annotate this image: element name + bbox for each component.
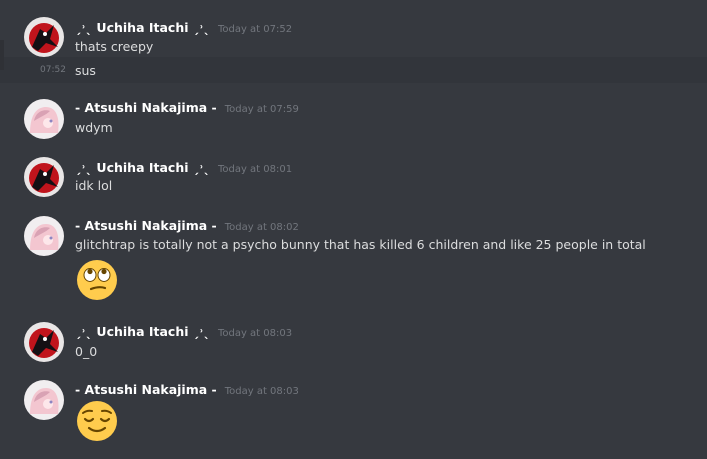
message-header: ˏ˒ˎ Uchiha Itachi ˏ˒ˎ Today at 07:52 bbox=[75, 20, 292, 38]
message-header: - Atsushi Nakajima - Today at 07:59 bbox=[75, 100, 299, 118]
atsushi-avatar-image bbox=[24, 99, 64, 139]
message-header: - Atsushi Nakajima - Today at 08:02 bbox=[75, 218, 299, 236]
message-timestamp[interactable]: Today at 08:03 bbox=[225, 386, 299, 397]
message-text: glitchtrap is totally not a psycho bunny… bbox=[75, 237, 646, 252]
hovered-message-row[interactable] bbox=[0, 57, 707, 83]
message-timestamp[interactable]: Today at 07:52 bbox=[218, 24, 292, 35]
relieved-emoji-icon[interactable] bbox=[75, 399, 119, 443]
message-header: - Atsushi Nakajima - Today at 08:03 bbox=[75, 382, 299, 400]
message-timestamp[interactable]: Today at 07:59 bbox=[225, 104, 299, 115]
scrollbar-track[interactable] bbox=[0, 40, 4, 70]
relieved-face-icon bbox=[77, 401, 117, 441]
itachi-avatar[interactable] bbox=[24, 322, 64, 362]
message-text: thats creepy bbox=[75, 39, 154, 54]
message-timestamp[interactable]: Today at 08:02 bbox=[225, 222, 299, 233]
message-timestamp[interactable]: Today at 08:01 bbox=[218, 164, 292, 175]
itachi-avatar-image bbox=[24, 17, 64, 57]
hover-timestamp[interactable]: 07:52 bbox=[40, 65, 66, 75]
author-name[interactable]: - Atsushi Nakajima - bbox=[75, 382, 217, 397]
message-text: sus bbox=[75, 63, 96, 78]
message-text: 0_0 bbox=[75, 344, 98, 359]
atsushi-avatar-image bbox=[24, 380, 64, 420]
itachi-avatar[interactable] bbox=[24, 17, 64, 57]
author-name[interactable]: - Atsushi Nakajima - bbox=[75, 218, 217, 233]
message-text: idk lol bbox=[75, 178, 113, 193]
message-timestamp[interactable]: Today at 08:03 bbox=[218, 328, 292, 339]
atsushi-avatar[interactable] bbox=[24, 99, 64, 139]
author-name[interactable]: ˏ˒ˎ Uchiha Itachi ˏ˒ˎ bbox=[75, 160, 210, 175]
message-header: ˏ˒ˎ Uchiha Itachi ˏ˒ˎ Today at 08:01 bbox=[75, 160, 292, 178]
face-with-rolling-eyes-icon bbox=[77, 260, 117, 300]
rolling-eyes-emoji-icon[interactable] bbox=[75, 258, 119, 302]
author-name[interactable]: ˏ˒ˎ Uchiha Itachi ˏ˒ˎ bbox=[75, 324, 210, 339]
atsushi-avatar-image bbox=[24, 216, 64, 256]
author-name[interactable]: ˏ˒ˎ Uchiha Itachi ˏ˒ˎ bbox=[75, 20, 210, 35]
atsushi-avatar[interactable] bbox=[24, 216, 64, 256]
atsushi-avatar[interactable] bbox=[24, 380, 64, 420]
chat-messages: ˏ˒ˎ Uchiha Itachi ˏ˒ˎ Today at 07:52 tha… bbox=[0, 0, 707, 459]
itachi-avatar-image bbox=[24, 157, 64, 197]
message-header: ˏ˒ˎ Uchiha Itachi ˏ˒ˎ Today at 08:03 bbox=[75, 324, 292, 342]
itachi-avatar[interactable] bbox=[24, 157, 64, 197]
message-text: wdym bbox=[75, 120, 113, 135]
author-name[interactable]: - Atsushi Nakajima - bbox=[75, 100, 217, 115]
itachi-avatar-image bbox=[24, 322, 64, 362]
